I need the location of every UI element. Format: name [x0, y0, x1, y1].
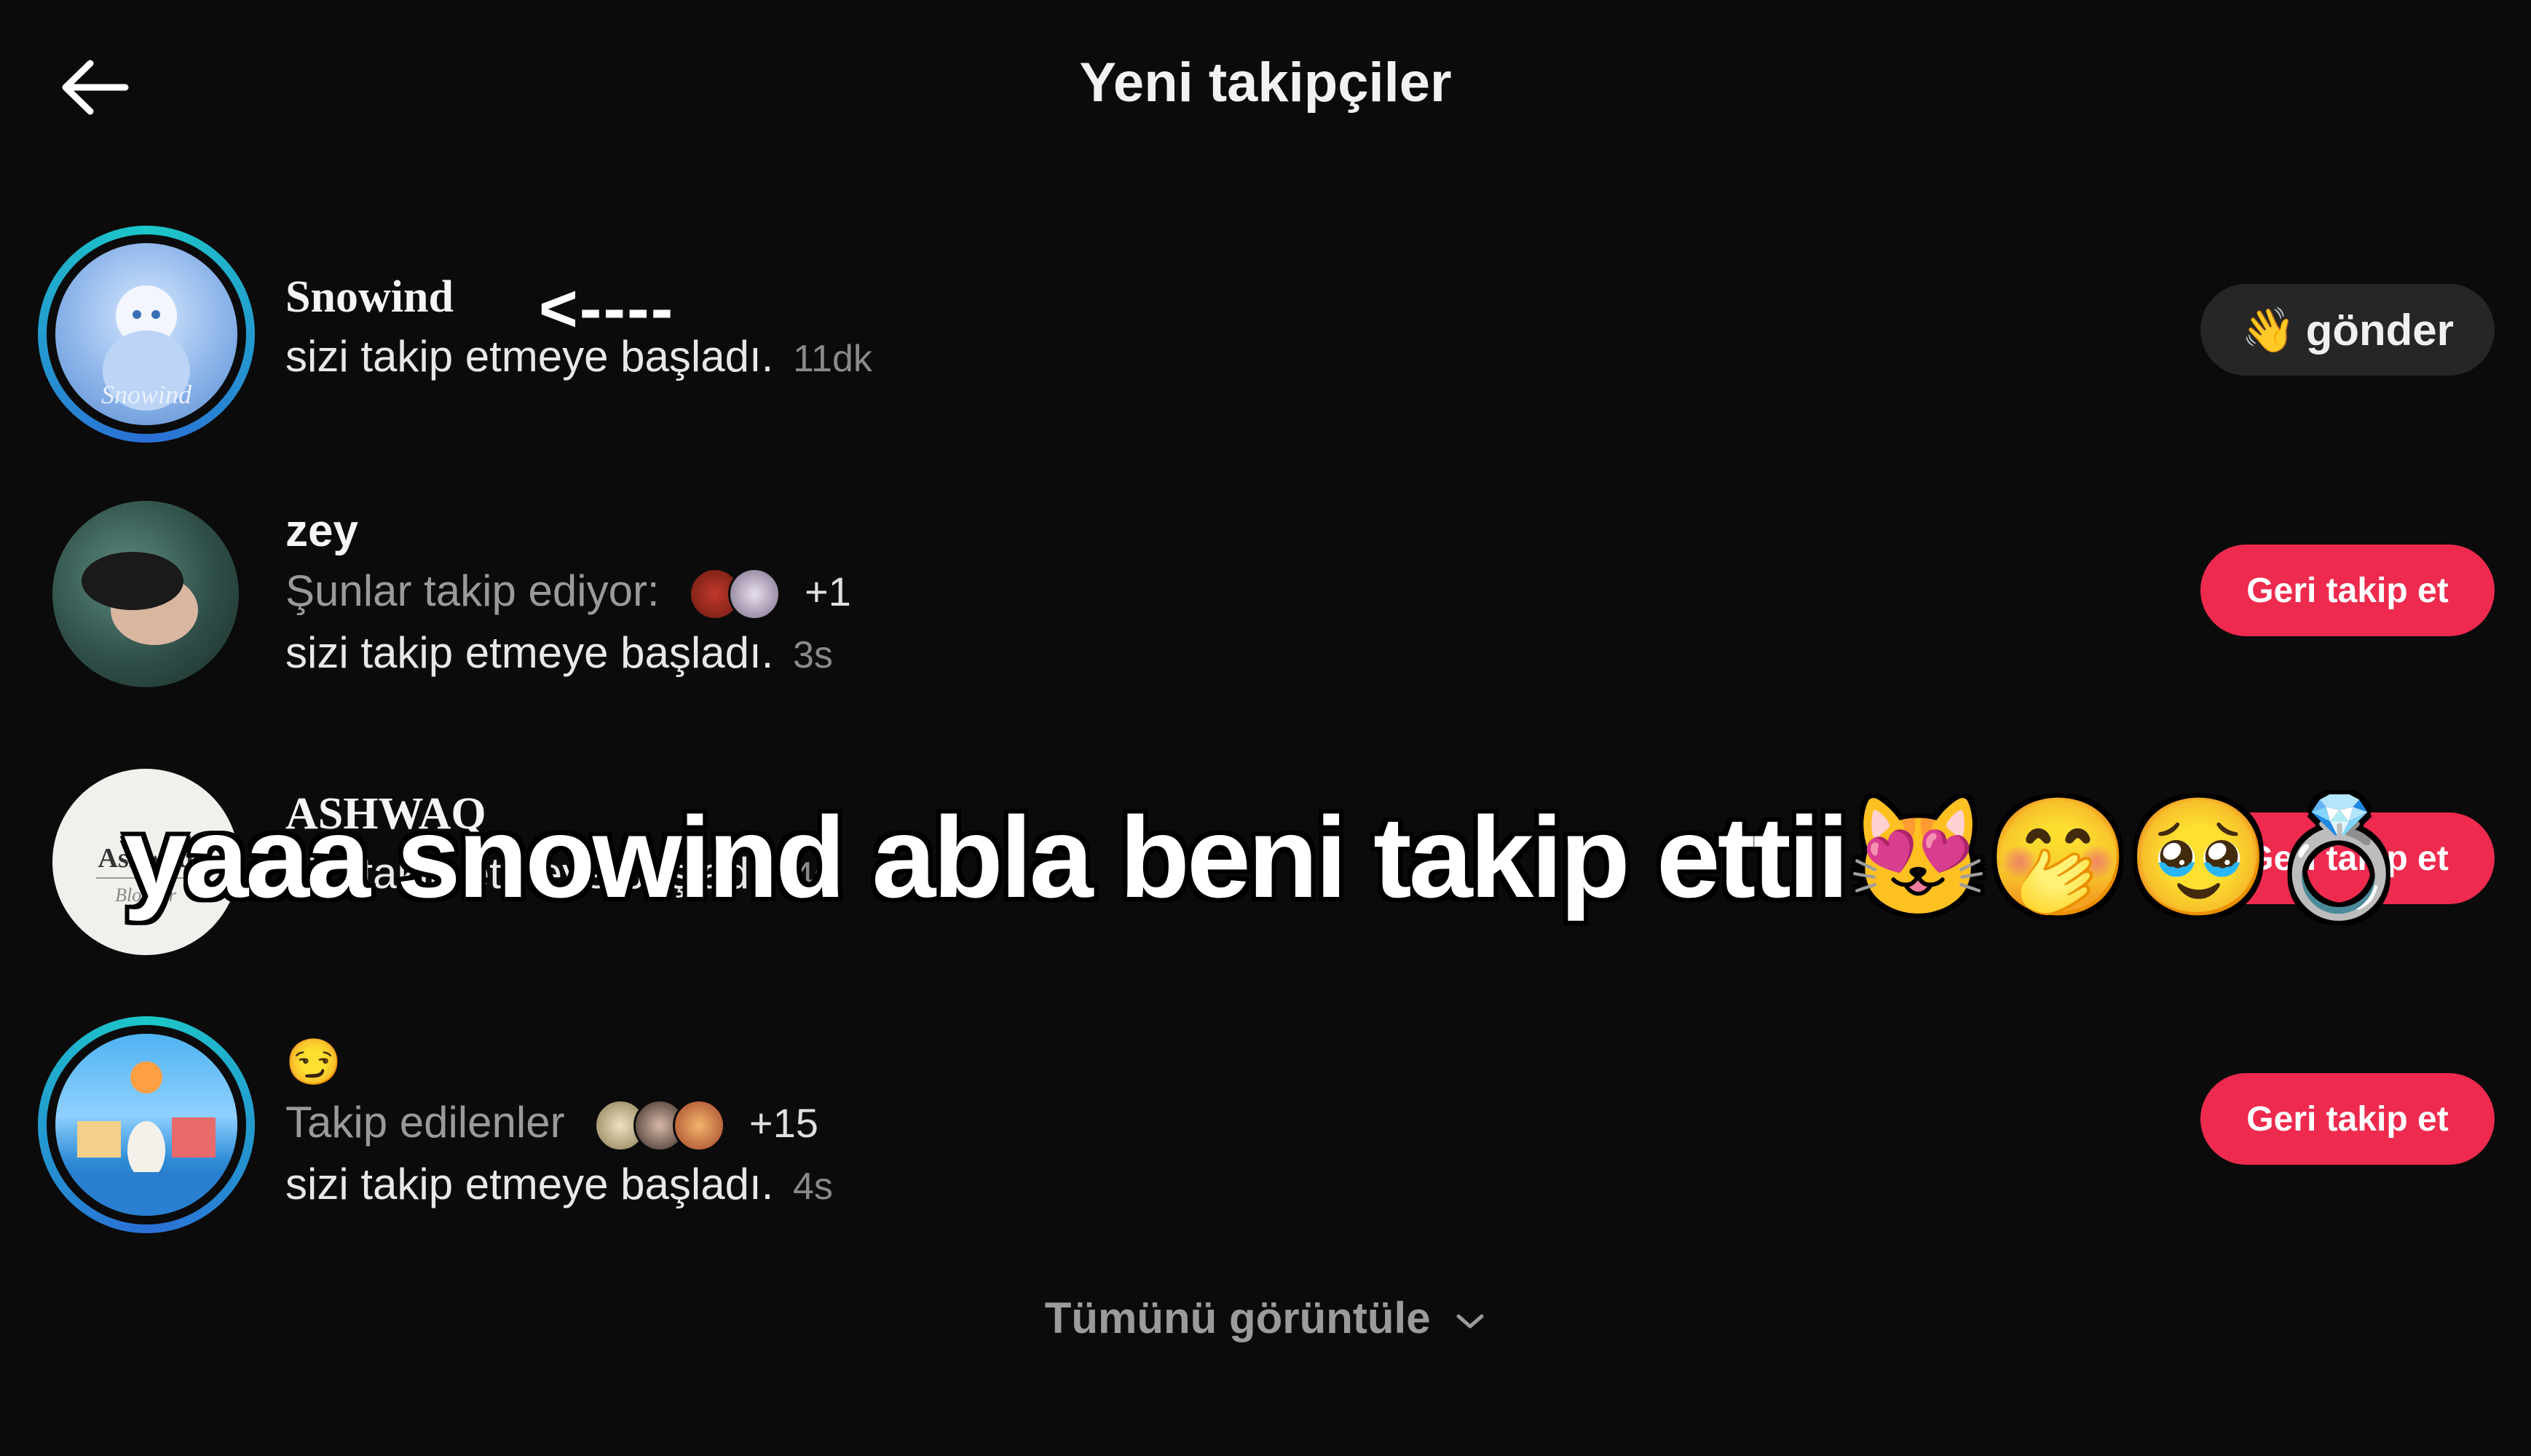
follow-back-button[interactable]: Geri takip et: [2200, 1073, 2495, 1165]
follower-info: 😏 Takip edilenler +15 sizi takip etmeye …: [285, 1034, 833, 1217]
follow-back-label: Geri takip et: [2246, 1099, 2449, 1139]
timestamp: 11dk: [792, 338, 872, 380]
mutual-count: +15: [749, 1100, 818, 1146]
top-bar: Yeni takipçiler: [0, 0, 2531, 175]
timestamp: 3s: [792, 634, 833, 676]
avatar[interactable]: Snowind: [55, 243, 237, 425]
chevron-down-icon: [1456, 1314, 1484, 1329]
svg-text:Snowind: Snowind: [101, 380, 192, 409]
view-all-label: Tümünü görüntüle: [1044, 1294, 1431, 1342]
username[interactable]: 😏: [285, 1034, 833, 1092]
mutual-avatars[interactable]: [689, 568, 781, 621]
follow-message: sizi takip etmeye başladı.: [285, 628, 774, 677]
annotation-arrow: <----: [539, 272, 675, 346]
timestamp: 4s: [792, 1166, 833, 1208]
follower-row-zey[interactable]: zey Şunlar takip ediyor: +1 sizi takip e…: [0, 495, 2531, 713]
mutual-count: +1: [804, 569, 851, 614]
avatar[interactable]: [55, 1034, 237, 1216]
mutual-avatars[interactable]: [594, 1099, 726, 1152]
follow-back-label: Geri takip et: [2246, 571, 2449, 610]
send-wave-label: gönder: [2305, 305, 2455, 355]
follow-back-button[interactable]: Geri takip et: [2200, 545, 2495, 636]
page-title: Yeni takipçiler: [1079, 52, 1452, 114]
mutual-label: Takip edilenler: [285, 1098, 565, 1147]
send-wave-button[interactable]: 👋 gönder: [2200, 284, 2495, 376]
mini-avatar: [673, 1099, 726, 1152]
follow-message: sizi takip etmeye başladı.: [285, 1160, 774, 1208]
follower-row-smirk[interactable]: 😏 Takip edilenler +15 sizi takip etmeye …: [0, 1012, 2531, 1252]
avatar[interactable]: [52, 501, 239, 687]
mini-avatar: [728, 568, 781, 621]
follower-info: zey Şunlar takip ediyor: +1 sizi takip e…: [285, 502, 851, 686]
view-all-button[interactable]: Tümünü görüntüle: [0, 1293, 2531, 1343]
mutual-label: Şunlar takip ediyor:: [285, 566, 660, 615]
waving-hand-icon: 👋: [2240, 305, 2296, 355]
follower-row-snowind[interactable]: Snowind Snowind sizi takip etmeye başlad…: [0, 218, 2531, 451]
username[interactable]: zey: [285, 502, 851, 561]
follow-message: sizi takip etmeye başladı.: [285, 332, 774, 381]
overlay-caption: yaaa snowind abla beni takip ettii😻🤭🥹💍: [123, 794, 2410, 922]
